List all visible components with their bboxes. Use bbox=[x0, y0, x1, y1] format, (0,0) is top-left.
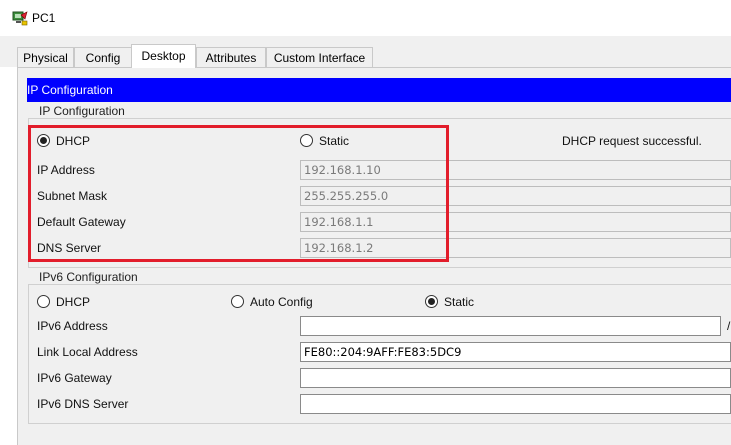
dhcp-status-text: DHCP request successful. bbox=[562, 134, 702, 148]
tab-desktop[interactable]: Desktop bbox=[131, 44, 196, 68]
prefix-separator: / bbox=[727, 319, 731, 333]
ipv6-auto-config-label: Auto Config bbox=[250, 295, 313, 309]
ipv4-dhcp-label: DHCP bbox=[56, 134, 91, 148]
ip-address-label: IP Address bbox=[37, 163, 95, 177]
tab-config[interactable]: Config bbox=[74, 47, 132, 67]
link-local-address-field[interactable] bbox=[300, 342, 731, 362]
default-gateway-label: Default Gateway bbox=[37, 215, 126, 229]
ipv6-auto-config-radio[interactable] bbox=[231, 295, 244, 308]
tab-bar: Physical Config Desktop Attributes Custo… bbox=[0, 36, 731, 68]
ipv6-section-title: IPv6 Configuration bbox=[37, 270, 140, 284]
pc1-window: PC1 Physical Config Desktop Attributes C… bbox=[0, 0, 731, 445]
subnet-mask-label: Subnet Mask bbox=[37, 189, 108, 203]
pc-icon bbox=[12, 11, 28, 26]
tab-attributes[interactable]: Attributes bbox=[196, 47, 266, 67]
ipv6-dns-server-field[interactable] bbox=[300, 394, 731, 414]
subnet-mask-field[interactable] bbox=[300, 186, 731, 206]
dns-server-field[interactable] bbox=[300, 238, 731, 258]
ipv6-dhcp-radio[interactable] bbox=[37, 295, 50, 308]
ipv4-static-label: Static bbox=[319, 134, 350, 148]
ipv6-gateway-field[interactable] bbox=[300, 368, 731, 388]
ipv6-static-label: Static bbox=[444, 295, 475, 309]
ipv6-gateway-label: IPv6 Gateway bbox=[37, 371, 112, 385]
tab-custom-interface[interactable]: Custom Interface bbox=[266, 47, 373, 67]
link-local-address-label: Link Local Address bbox=[37, 345, 138, 359]
panel-header: IP Configuration bbox=[27, 78, 731, 102]
ip-address-field[interactable] bbox=[300, 160, 731, 180]
ipv4-section-title: IP Configuration bbox=[37, 104, 127, 118]
window-title: PC1 bbox=[32, 11, 56, 25]
title-bar: PC1 bbox=[0, 0, 731, 37]
ipv6-address-field[interactable] bbox=[300, 316, 721, 336]
tab-physical[interactable]: Physical bbox=[17, 47, 74, 67]
ipv4-dhcp-radio[interactable] bbox=[37, 134, 50, 147]
dns-server-label: DNS Server bbox=[37, 241, 102, 255]
ipv6-static-radio[interactable] bbox=[425, 295, 438, 308]
ipv6-address-label: IPv6 Address bbox=[37, 319, 108, 333]
ipv6-dns-server-label: IPv6 DNS Server bbox=[37, 397, 129, 411]
ipv6-dhcp-label: DHCP bbox=[56, 295, 91, 309]
ipv4-static-radio[interactable] bbox=[300, 134, 313, 147]
default-gateway-field[interactable] bbox=[300, 212, 731, 232]
